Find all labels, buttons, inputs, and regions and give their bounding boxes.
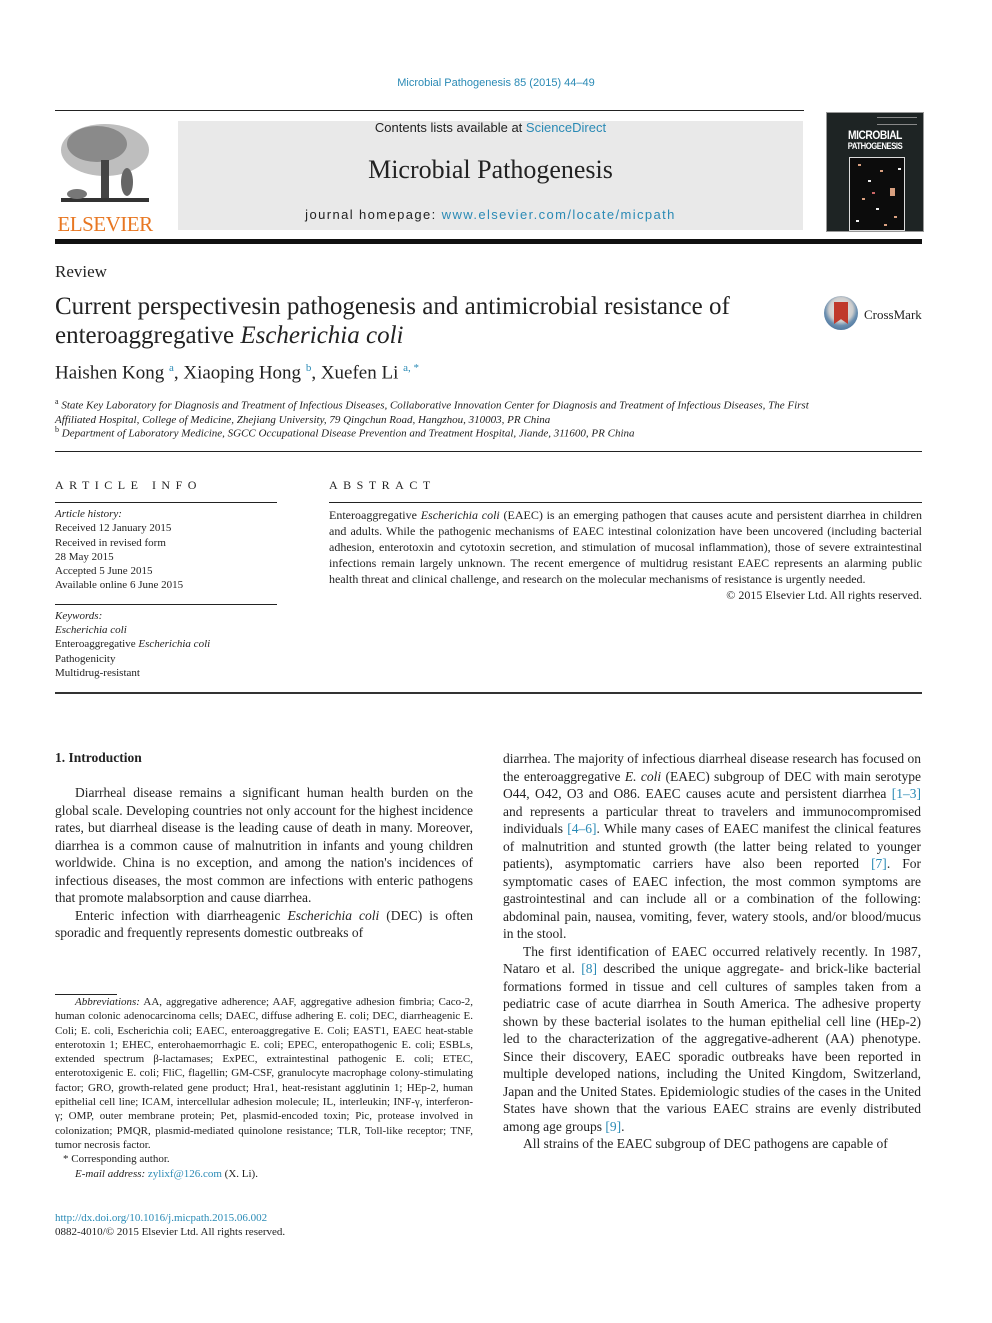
crossmark-button[interactable]: CrossMark — [824, 296, 924, 336]
corresponding-author-note: * Corresponding author. — [63, 1153, 170, 1166]
body-rule — [55, 692, 922, 694]
cover-micrograph — [849, 157, 905, 231]
abstract-copyright: © 2015 Elsevier Ltd. All rights reserved… — [726, 588, 922, 602]
homepage-prefix: journal homepage: — [305, 207, 442, 222]
citation-link[interactable]: [4–6] — [567, 821, 596, 836]
citation-link[interactable]: [9] — [605, 1119, 621, 1134]
affiliation-b: b Department of Laboratory Medicine, SGC… — [55, 425, 635, 440]
journal-cover-image[interactable]: MICROBIAL PATHOGENESIS — [826, 112, 924, 232]
homepage-line: journal homepage: www.elsevier.com/locat… — [178, 207, 803, 222]
body-column-right: diarrhea. The majority of infectious dia… — [503, 750, 921, 1153]
paragraph: Enteric infection with diarrheagenic Esc… — [55, 907, 473, 941]
body-column-left: Diarrheal disease remains a significant … — [55, 784, 473, 942]
abstract-heading: ABSTRACT — [329, 478, 436, 492]
author-name[interactable]: Xuefen Li — [321, 362, 399, 383]
homepage-link[interactable]: www.elsevier.com/locate/micpath — [442, 207, 676, 222]
paragraph: diarrhea. The majority of infectious dia… — [503, 751, 922, 941]
header-thick-rule — [55, 239, 922, 244]
cover-title: MICROBIAL PATHOGENESIS — [847, 128, 903, 151]
header-rule — [55, 110, 804, 111]
abbreviations-footnote: Abbreviations: AA, aggregative adherence… — [55, 996, 473, 1151]
citation-link[interactable]: [7] — [871, 856, 887, 871]
history-label: Article history: — [55, 508, 122, 520]
keyword[interactable]: Multidrug-resistant — [55, 666, 277, 680]
contents-prefix: Contents lists available at — [374, 120, 526, 135]
keywords-label: Keywords: — [55, 609, 103, 622]
keyword[interactable]: Escherichia coli — [55, 623, 277, 637]
keyword[interactable]: Pathogenicity — [55, 652, 277, 666]
divider — [55, 603, 277, 605]
section-rule — [55, 451, 922, 452]
email-line: E-mail address: zylixf@126.com (X. Li). — [75, 1167, 258, 1180]
divider — [55, 502, 277, 503]
history-item: 28 May 2015 — [55, 550, 114, 563]
citation-link[interactable]: [1–3] — [892, 786, 921, 801]
article-info-heading: ARTICLE INFO — [55, 478, 202, 492]
footnotes: Abbreviations: AA, aggregative adherence… — [55, 995, 473, 1181]
author-affil-mark[interactable]: a — [169, 362, 174, 374]
journal-banner: Contents lists available at ScienceDirec… — [178, 121, 803, 230]
history-item: Accepted 5 June 2015 — [55, 565, 153, 578]
author-affil-mark[interactable]: a, * — [403, 362, 419, 374]
sciencedirect-link[interactable]: ScienceDirect — [526, 120, 606, 135]
section-heading-introduction: 1. Introduction — [55, 750, 142, 765]
elsevier-wordmark: ELSEVIER — [57, 212, 153, 236]
doi-block: http://dx.doi.org/10.1016/j.micpath.2015… — [55, 1211, 285, 1240]
abstract: ABSTRACT Enteroaggregative Escherichia c… — [329, 478, 922, 603]
article-title: Current perspectivesin pathogenesis and … — [55, 293, 730, 349]
article-info: ARTICLE INFO Article history: Received 1… — [55, 478, 277, 680]
author-name[interactable]: Xiaoping Hong — [183, 362, 301, 383]
abstract-text: Enteroaggregative Escherichia coli (EAEC… — [329, 508, 923, 586]
author-name[interactable]: Haishen Kong — [55, 362, 164, 383]
article-type: Review — [55, 262, 107, 281]
doi-link[interactable]: http://dx.doi.org/10.1016/j.micpath.2015… — [55, 1211, 285, 1225]
issn-copyright: 0882-4010/© 2015 Elsevier Ltd. All right… — [55, 1226, 286, 1239]
history-item: Available online 6 June 2015 — [55, 579, 184, 592]
email-link[interactable]: zylixf@126.com — [148, 1168, 222, 1180]
elsevier-tree-icon — [61, 124, 149, 202]
paragraph: The first identification of EAEC occurre… — [503, 943, 921, 1134]
keyword[interactable]: Enteroaggregative Escherichia coli — [55, 637, 277, 651]
citation-link[interactable]: [8] — [581, 961, 597, 976]
history-item: Received 12 January 2015 — [55, 522, 172, 535]
elsevier-logo[interactable]: ELSEVIER — [55, 120, 155, 236]
divider — [329, 502, 922, 503]
journal-title: Microbial Pathogenesis — [368, 155, 613, 184]
history-item: Received in revised form — [55, 536, 166, 549]
affiliation-a: a State Key Laboratory for Diagnosis and… — [55, 397, 809, 426]
cover-meta — [877, 117, 917, 125]
crossmark-label: CrossMark — [864, 307, 922, 322]
contents-line: Contents lists available at ScienceDirec… — [178, 121, 803, 135]
author-list: Haishen Kong a, Xiaoping Hong b, Xuefen … — [55, 362, 420, 384]
paragraph: All strains of the EAEC subgroup of DEC … — [523, 1136, 888, 1151]
author-affil-mark[interactable]: b — [306, 362, 312, 374]
journal-citation[interactable]: Microbial Pathogenesis 85 (2015) 44–49 — [0, 77, 992, 89]
paragraph: Diarrheal disease remains a significant … — [55, 785, 473, 905]
